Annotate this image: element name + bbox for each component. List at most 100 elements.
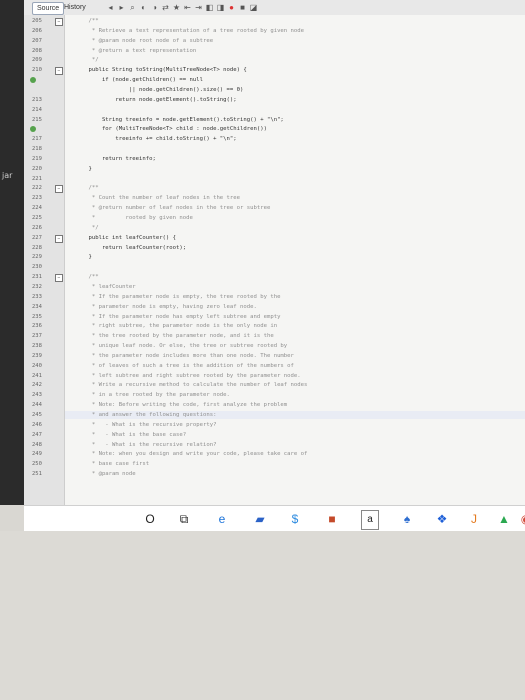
fold-toggle-icon[interactable]: − [55,274,63,283]
hint-marker-icon[interactable] [30,77,36,84]
line-number: 231 [32,274,42,281]
line-number: 241 [32,372,42,379]
code-line: || node.getChildren().size() == 0) [75,86,244,93]
line-number: 237 [32,333,42,340]
code-line: * in a tree rooted by the parameter node… [75,392,230,399]
line-number: 220 [32,165,42,172]
code-line: * @return a text representation [75,47,197,54]
comment-icon[interactable]: ◧ [205,3,214,12]
drive-icon[interactable]: ▲ [496,510,512,528]
line-number: 247 [32,431,42,438]
code-line: * Count the number of leaf nodes in the … [75,195,241,202]
chrome-icon[interactable]: ◉ [519,510,525,528]
line-number: 210 [32,67,42,74]
code-line: /** [75,274,99,281]
code-line: * the tree rooted by the parameter node,… [75,333,274,340]
line-number: 213 [32,96,42,103]
java-icon[interactable]: J [466,510,482,528]
code-line: * If the parameter node has empty left s… [75,313,281,320]
line-number: 215 [32,116,42,123]
code-line: * Note: when you design and write your c… [75,451,308,458]
line-number: 222 [32,185,42,192]
line-number: 246 [32,421,42,428]
line-number: 249 [32,451,42,458]
code-editor[interactable]: /** * Retrieve a text representation of … [65,15,525,505]
line-number: 251 [32,471,42,478]
next-icon[interactable]: ◑ [150,3,159,12]
cortana-icon[interactable]: O [142,510,158,528]
task-view-icon[interactable]: ⧉ [176,510,192,528]
code-line: * the parameter node includes more than … [75,352,294,359]
edge-icon[interactable]: e [214,510,230,528]
line-number: 219 [32,155,42,162]
fold-toggle-icon[interactable]: − [55,18,63,26]
code-line: * leafCounter [75,283,136,290]
code-line: treeinfo += child.toString() + "\n"; [75,136,237,143]
fold-toggle-icon[interactable]: − [55,67,63,76]
line-number: 240 [32,362,42,369]
xbox-icon[interactable]: ♠ [399,510,415,528]
code-line: * base case first [75,461,150,468]
store-icon[interactable]: $ [287,510,303,528]
line-number: 205 [32,18,42,24]
tab-history[interactable]: History [60,2,90,13]
code-line: String treeinfo = node.getElement().toSt… [75,116,284,123]
macro-icon[interactable]: ◪ [249,3,258,12]
line-number: 232 [32,283,42,290]
shift-left-icon[interactable]: ⇤ [183,3,192,12]
uncomment-icon[interactable]: ◨ [216,3,225,12]
code-line: return node.getElement().toString(); [75,96,237,103]
hint-marker-icon[interactable] [30,126,36,133]
line-number: 225 [32,215,42,221]
code-line: public String toString(MultiTreeNode<T> … [75,67,247,74]
code-line: * rooted by given node [75,215,193,221]
code-line: * @param node [75,471,136,478]
code-line: * If the parameter node is empty, the tr… [75,293,281,300]
windows-taskbar: O ⧉ e ▰ $ ■ a ♠ ❖ J ▲ ◉ [24,505,525,532]
side-panel-label: jar [2,171,13,180]
forward-icon[interactable]: ▸ [117,3,126,12]
back-icon[interactable]: ◂ [106,3,115,12]
code-line: * Retrieve a text representation of a tr… [75,27,305,34]
code-line: * left subtree and right subtree rooted … [75,372,301,379]
line-number: 243 [32,392,42,399]
desk-surface [0,531,525,700]
left-bezel [0,0,24,505]
code-line: * - What is the base case? [75,431,187,438]
line-number: 244 [32,402,42,409]
code-line: * Write a recursive method to calculate … [75,382,308,389]
code-line: * - What is the recursive relation? [75,441,217,448]
line-number: 230 [32,264,42,271]
code-line: * - What is the recursive property? [75,421,217,428]
photos-icon[interactable]: ▰ [252,510,268,528]
line-number: 207 [32,37,42,44]
code-line: * right subtree, the parameter node is t… [75,323,278,330]
code-line: /** [75,18,99,24]
code-line: */ [75,224,99,231]
line-number: 250 [32,461,42,468]
fold-toggle-icon[interactable]: − [55,185,63,194]
line-number: 233 [32,293,42,300]
code-line: } [75,165,92,172]
code-line: } [75,254,92,261]
bookmark-icon[interactable]: ★ [172,3,181,12]
line-number-gutter: 205 − 206 207 208 209 210 − 213 214 215 217 218 219 22… [24,15,65,505]
line-number: 206 [32,27,42,34]
line-number: 217 [32,136,42,143]
record-icon[interactable]: ● [227,3,236,12]
shift-right-icon[interactable]: ⇥ [194,3,203,12]
code-line: * and answer the following questions: [75,412,217,418]
line-number: 226 [32,224,42,231]
prev-icon[interactable]: ◐ [139,3,148,12]
office-icon[interactable]: ■ [324,510,340,528]
search-icon[interactable]: ⌕ [128,3,137,12]
line-number: 223 [32,195,42,202]
code-line: for (MultiTreeNode<T> child : node.getCh… [75,126,267,133]
dropbox-icon[interactable]: ❖ [434,510,450,528]
toggle-icon[interactable]: ⇄ [161,3,170,12]
fold-toggle-icon[interactable]: − [55,234,63,243]
line-number: 236 [32,323,42,330]
stop-icon[interactable]: ■ [238,3,247,12]
amazon-icon[interactable]: a [361,510,379,530]
code-line: public int leafCounter() { [75,234,177,241]
